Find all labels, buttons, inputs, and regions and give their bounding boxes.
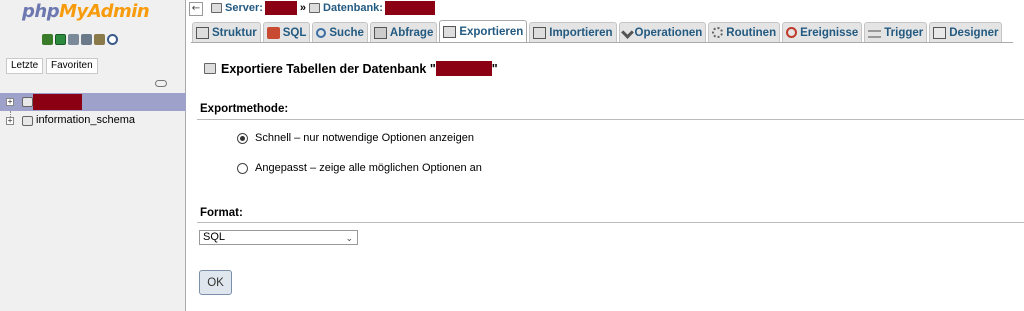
tree-item-label[interactable]: information_schema [36, 114, 135, 126]
tab-exportieren[interactable]: Exportieren [439, 20, 528, 42]
tab-bar: Struktur SQL Suche Abfrage Exportieren I… [192, 20, 1003, 42]
help-icon[interactable] [81, 34, 92, 45]
database-icon [22, 97, 33, 107]
link-with-main-panel-icon[interactable] [155, 80, 167, 87]
breadcrumb-database-label[interactable]: Datenbank: [323, 2, 383, 14]
tab-designer[interactable]: Designer [929, 22, 1003, 42]
redacted-database-name [384, 1, 435, 15]
expand-icon[interactable]: + [6, 117, 14, 125]
docs-icon[interactable] [68, 34, 79, 45]
tab-struktur[interactable]: Struktur [192, 22, 261, 42]
redacted-db-name [33, 94, 82, 110]
section-divider [197, 119, 1024, 120]
tab-label: Exportieren [459, 25, 524, 38]
phpmyadmin-logo[interactable]: phpMyAdmin [22, 1, 150, 22]
tab-label: Importieren [549, 26, 613, 39]
favorites-button[interactable]: Favoriten [46, 58, 98, 74]
format-select[interactable]: SQL ⌄ [199, 230, 358, 245]
routines-icon [712, 27, 724, 38]
database-icon [22, 116, 33, 126]
operations-icon [620, 26, 634, 39]
sql-icon [266, 26, 280, 39]
query-icon [373, 26, 387, 39]
redacted-database-name [435, 61, 492, 76]
export-method-custom-option[interactable]: Angepasst – zeige alle möglichen Optione… [237, 162, 482, 174]
breadcrumb-separator: » [299, 2, 307, 14]
expand-icon[interactable]: + [6, 98, 14, 106]
breadcrumb-server-label[interactable]: Server: [225, 2, 263, 14]
tab-label: Suche [329, 26, 364, 39]
tab-ereignisse[interactable]: Ereignisse [782, 22, 863, 42]
tab-trigger[interactable]: Trigger [864, 22, 928, 42]
format-heading: Format: [200, 207, 243, 219]
back-arrow-icon[interactable]: ← [189, 2, 203, 16]
tab-importieren[interactable]: Importieren [529, 22, 617, 42]
reload-icon[interactable] [107, 34, 118, 45]
tab-sql[interactable]: SQL [262, 22, 311, 42]
chevron-down-icon: ⌄ [345, 233, 353, 243]
navigation-panel: phpMyAdmin Letzte Favoriten + + informat… [0, 0, 186, 311]
export-icon [443, 25, 457, 38]
page-title-suffix: " [491, 61, 498, 76]
tab-label: Ereignisse [800, 26, 859, 39]
export-method-heading: Exportmethode: [200, 103, 289, 115]
tab-label: SQL [282, 26, 307, 39]
home-icon[interactable] [42, 34, 53, 45]
import-icon [533, 26, 547, 39]
search-icon [316, 27, 327, 38]
breadcrumb: Server: » Datenbank: [211, 0, 435, 16]
tab-label: Routinen [726, 26, 777, 39]
tab-label: Struktur [212, 26, 257, 39]
tab-routinen[interactable]: Routinen [708, 22, 781, 42]
format-selected-value: SQL [203, 231, 226, 243]
radio-quick[interactable] [237, 132, 248, 144]
section-divider [197, 222, 1024, 223]
tab-abfrage[interactable]: Abfrage [369, 22, 438, 42]
settings-icon[interactable] [94, 34, 105, 45]
logout-icon[interactable] [55, 34, 66, 45]
trigger-icon [868, 29, 882, 38]
main-panel: ← Server: » Datenbank: Struktur SQL Such… [187, 0, 1024, 311]
radio-custom-label[interactable]: Angepasst – zeige alle möglichen Optione… [255, 162, 482, 174]
tab-label: Trigger [884, 26, 924, 39]
tab-suche[interactable]: Suche [312, 22, 368, 42]
tab-underline [191, 42, 1013, 43]
ok-button[interactable]: OK [199, 270, 232, 295]
tab-label: Designer [949, 26, 999, 39]
events-icon [786, 27, 798, 38]
radio-quick-label[interactable]: Schnell – nur notwendige Optionen anzeig… [255, 132, 474, 144]
tab-label: Operationen [634, 26, 703, 39]
tree-item-redacted-db[interactable]: + [0, 93, 186, 111]
structure-icon [196, 26, 209, 39]
export-icon [204, 63, 216, 74]
recent-button[interactable]: Letzte [6, 58, 44, 74]
redacted-server-name [264, 1, 297, 15]
radio-custom[interactable] [237, 162, 248, 174]
server-icon [211, 3, 222, 13]
database-icon [309, 3, 321, 13]
nav-icon-bar [42, 34, 118, 45]
designer-icon [933, 26, 947, 39]
tab-operationen[interactable]: Operationen [618, 22, 707, 42]
page-title: Exportiere Tabellen der Datenbank " " [204, 61, 498, 76]
export-method-quick-option[interactable]: Schnell – nur notwendige Optionen anzeig… [237, 132, 474, 144]
page-title-prefix: Exportiere Tabellen der Datenbank " [221, 61, 436, 76]
logo-php-text: php [22, 1, 60, 22]
tab-label: Abfrage [389, 26, 434, 39]
logo-admin-text: MyAdmin [59, 1, 150, 22]
